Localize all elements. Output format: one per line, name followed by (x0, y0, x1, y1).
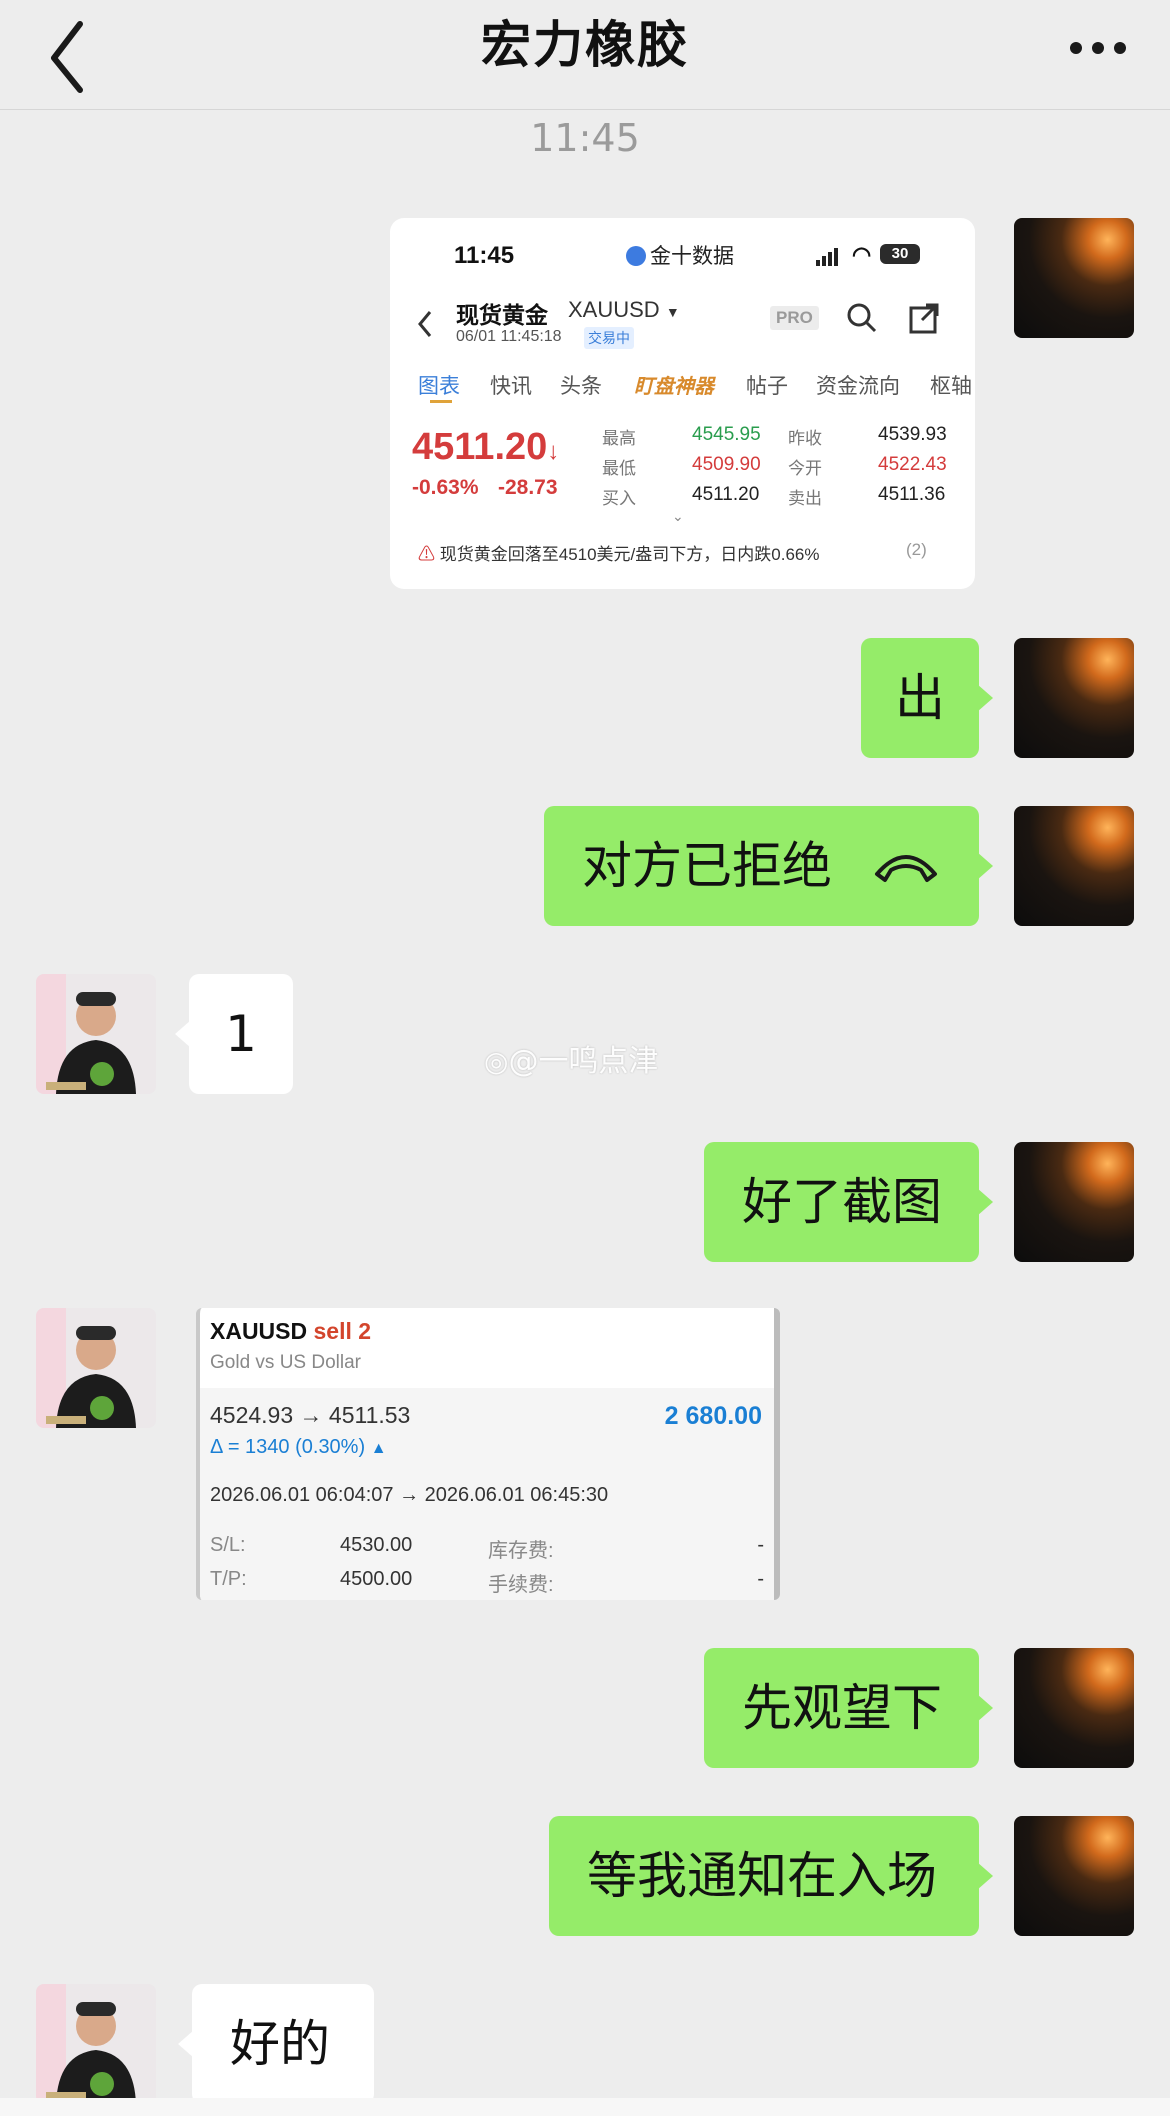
stat-label: 买入 (602, 489, 636, 508)
expand-chevron-icon: ⌄ (672, 508, 684, 524)
change-absolute: -28.73 (498, 476, 558, 499)
change-percent: -0.63% (412, 476, 479, 499)
instrument-name: 现货黄金 (456, 302, 548, 328)
message-bubble-sent[interactable]: 出 (861, 638, 993, 758)
pro-badge: PRO (770, 306, 819, 330)
message-timestamp: 11:45 (530, 116, 640, 160)
sl-label: S/L: (210, 1534, 246, 1556)
my-avatar[interactable] (1014, 218, 1134, 338)
signal-icon (816, 248, 838, 266)
input-bar-edge (0, 2098, 1170, 2116)
call-status-bubble[interactable]: 对方已拒绝 (544, 806, 993, 926)
wifi-icon: ◠ (852, 242, 872, 267)
tab-headlines: 头条 (560, 375, 602, 398)
app-name-badge: 金十数据 (626, 240, 734, 270)
message-bubble-received[interactable]: 1 (175, 974, 293, 1094)
trade-profit: 2 680.00 (664, 1402, 762, 1430)
active-tab-indicator (430, 400, 452, 403)
symbol-label: XAUUSD ▼ (568, 297, 680, 322)
my-avatar[interactable] (1014, 1816, 1134, 1936)
message-bubble-sent[interactable]: 好了截图 (704, 1142, 993, 1262)
news-ticker: ⚠ 现货黄金回落至4510美元/盎司下方，日内跌0.66% (418, 545, 820, 564)
tp-label: T/P: (210, 1568, 247, 1590)
contact-avatar[interactable] (36, 1308, 156, 1428)
trade-times: 2026.06.01 06:04:07 → 2026.06.01 06:45:3… (210, 1484, 609, 1506)
stat-label: 最低 (602, 459, 636, 478)
trade-delta: Δ = 1340 (0.30%) ▲ (210, 1436, 387, 1458)
person-photo-icon (36, 1984, 156, 2104)
tp-value: 4500.00 (340, 1568, 413, 1590)
contact-avatar[interactable] (36, 1984, 156, 2104)
chat-header: 宏力橡胶 (0, 0, 1170, 110)
trade-prices: 4524.93 → 4511.53 (210, 1402, 411, 1428)
message-bubble-sent[interactable]: 等我通知在入场 (549, 1816, 993, 1936)
my-avatar[interactable] (1014, 1648, 1134, 1768)
image-message-trade-record[interactable]: XAUUSD sell 2 Gold vs US Dollar 4524.93 … (196, 1308, 780, 1600)
swap-label: 库存费: (488, 1540, 554, 1562)
app-logo-icon (626, 246, 646, 266)
fee-label: 手续费: (488, 1574, 554, 1596)
my-avatar[interactable] (1014, 1142, 1134, 1262)
back-chevron-icon (418, 311, 432, 337)
share-icon (909, 303, 939, 334)
stat-value: 4511.20 (692, 484, 760, 505)
trading-status-badge: 交易中 (584, 327, 634, 349)
stat-value: 4545.95 (692, 424, 761, 445)
message-bubble-sent[interactable]: 先观望下 (704, 1648, 993, 1768)
fee-value: - (757, 1568, 764, 1590)
current-price: 4511.20↓ (412, 426, 560, 468)
tab-fund-flow: 资金流向 (816, 375, 900, 398)
status-time: 11:45 (454, 242, 515, 269)
news-count: (2) (906, 540, 927, 559)
more-button[interactable] (1066, 26, 1130, 66)
my-avatar[interactable] (1014, 638, 1134, 758)
stat-value: 4511.36 (878, 484, 946, 505)
sl-value: 4530.00 (340, 1534, 413, 1556)
tab-chart: 图表 (418, 375, 460, 398)
quote-datetime: 06/01 11:45:18 (456, 328, 562, 345)
stat-label: 昨收 (788, 429, 822, 448)
person-photo-icon (36, 1308, 156, 1428)
stat-label: 最高 (602, 429, 636, 448)
battery-icon: 30 (880, 244, 920, 264)
tab-pivot: 枢轴 (930, 375, 972, 398)
tab-posts: 帖子 (746, 375, 788, 398)
stat-value: 4522.43 (878, 454, 947, 475)
weibo-watermark: ◎@一鸣点津 (484, 1044, 659, 1079)
stat-value: 4509.90 (692, 454, 761, 475)
search-icon (847, 303, 877, 333)
tab-flash: 快讯 (490, 375, 532, 398)
trade-description: Gold vs US Dollar (210, 1352, 361, 1373)
my-avatar[interactable] (1014, 806, 1134, 926)
alert-icon: ⚠ (418, 545, 435, 564)
weibo-logo-icon: ◎ (484, 1045, 509, 1078)
trade-symbol: XAUUSD sell 2 (210, 1318, 372, 1344)
more-icon (1070, 42, 1082, 54)
chat-title: 宏力橡胶 (481, 16, 689, 74)
swap-value: - (757, 1534, 764, 1556)
stat-value: 4539.93 (878, 424, 947, 445)
contact-avatar[interactable] (36, 974, 156, 1094)
message-bubble-received[interactable]: 好的 (178, 1984, 374, 2104)
tab-watch-tool: 盯盘神器 (634, 376, 714, 398)
stat-label: 卖出 (788, 489, 822, 508)
image-message-gold-quote[interactable]: 11:45 金十数据 ◠ 30 现货黄金 XAUUSD ▼ 06/01 11:4… (390, 218, 975, 589)
person-photo-icon (36, 974, 156, 1094)
stat-label: 今开 (788, 459, 822, 478)
phone-hangup-icon (875, 855, 937, 882)
